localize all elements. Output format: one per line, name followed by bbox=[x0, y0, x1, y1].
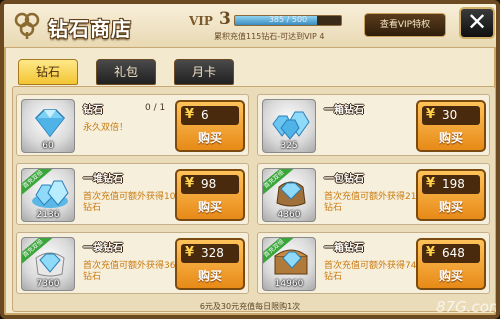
price-value: 98 bbox=[201, 177, 217, 191]
item-icon-frame: 首充双倍 14960 bbox=[262, 237, 316, 291]
buy-button[interactable]: ¥ 30 购买 bbox=[416, 100, 486, 152]
yen-icon: ¥ bbox=[185, 245, 195, 260]
price-box: ¥ 30 bbox=[422, 106, 480, 125]
diamond-bag-icon bbox=[35, 252, 65, 277]
tab-diamonds[interactable]: 钻石 bbox=[18, 59, 78, 85]
shop-item-card: 首充双倍 14960 一箱钻石 首次充值可额外获得7480钻石 ¥ 648 购买 bbox=[257, 232, 490, 294]
buy-label: 购买 bbox=[197, 200, 222, 214]
item-quantity: 60 bbox=[42, 141, 54, 151]
buy-label: 购买 bbox=[438, 131, 463, 145]
yen-icon: ¥ bbox=[426, 107, 436, 122]
price-box: ¥ 98 bbox=[181, 175, 239, 194]
price-value: 198 bbox=[442, 177, 465, 191]
price-value: 30 bbox=[442, 108, 458, 122]
shop-item-card: 首充双倍 4360 一包钻石 首次充值可额外获得2180钻石 ¥ 198 购买 bbox=[257, 163, 490, 225]
buy-label: 购买 bbox=[197, 131, 222, 145]
price-value: 648 bbox=[442, 246, 465, 260]
item-quantity: 7360 bbox=[36, 279, 60, 289]
yen-icon: ¥ bbox=[426, 245, 436, 260]
buy-label: 购买 bbox=[438, 269, 463, 283]
item-name: 钻石 bbox=[83, 105, 103, 116]
shop-item-card: 325 一箱钻石 ¥ 30 购买 bbox=[257, 94, 490, 156]
price-box: ¥ 198 bbox=[422, 175, 480, 194]
price-value: 328 bbox=[201, 246, 224, 260]
shop-header: 钻石商店 VIP 3 385 / 500 累积充值115钻石-可达到VIP 4 … bbox=[4, 4, 496, 48]
buy-button[interactable]: ¥ 98 购买 bbox=[175, 169, 245, 221]
watermark: 87G.com bbox=[436, 298, 500, 316]
item-quantity: 325 bbox=[280, 141, 298, 151]
vip-level: 3 bbox=[219, 9, 231, 29]
view-vip-privileges-button[interactable]: 查看VIP特权 bbox=[364, 13, 446, 37]
footer-note: 6元及30元充值每日限购1次 bbox=[199, 302, 301, 311]
shop-item-card: 首充双倍 7360 一袋钻石 首次充值可额外获得3680钻石 ¥ 328 购买 bbox=[16, 232, 249, 294]
shop-item-card: 60 钻石 0 / 1 永久双倍！ ¥ 6 购买 bbox=[16, 94, 249, 156]
vip-progress-text: 385 / 500 bbox=[268, 15, 308, 24]
yen-icon: ¥ bbox=[426, 176, 436, 191]
price-value: 6 bbox=[201, 108, 209, 122]
diamond-pile-icon bbox=[272, 111, 310, 140]
shop-item-card: 首充双倍 2136 一堆钻石 首次充值可额外获得1068钻石 ¥ 98 购买 bbox=[16, 163, 249, 225]
clover-logo-icon bbox=[14, 12, 40, 39]
item-name: 一箱钻石 bbox=[324, 105, 364, 116]
close-button[interactable]: ✕ bbox=[459, 7, 495, 39]
yen-icon: ¥ bbox=[185, 176, 195, 191]
item-name: 一箱钻石 bbox=[324, 243, 364, 254]
item-icon-frame: 325 bbox=[262, 99, 316, 153]
page-title: 钻石商店 bbox=[48, 17, 132, 41]
vip-progress-bar: 385 / 500 bbox=[234, 15, 342, 26]
item-icon-frame: 60 bbox=[21, 99, 75, 153]
price-box: ¥ 648 bbox=[422, 244, 480, 263]
vip-upgrade-note: 累积充值115钻石-可达到VIP 4 bbox=[214, 32, 325, 41]
diamond-icon bbox=[35, 109, 65, 138]
item-name: 一袋钻石 bbox=[83, 243, 123, 254]
buy-label: 购买 bbox=[197, 269, 222, 283]
shop-window: 钻石商店 VIP 3 385 / 500 累积充值115钻石-可达到VIP 4 … bbox=[0, 0, 500, 319]
item-list-panel: 60 钻石 0 / 1 永久双倍！ ¥ 6 购买 325 一箱钻石 ¥ 30 购… bbox=[12, 86, 496, 312]
item-quantity: 2136 bbox=[36, 210, 60, 220]
buy-button[interactable]: ¥ 6 购买 bbox=[175, 100, 245, 152]
price-box: ¥ 328 bbox=[181, 244, 239, 263]
buy-button[interactable]: ¥ 198 购买 bbox=[416, 169, 486, 221]
diamond-chest-icon bbox=[274, 249, 308, 275]
item-icon-frame: 首充双倍 7360 bbox=[21, 237, 75, 291]
item-icon-frame: 首充双倍 2136 bbox=[21, 168, 75, 222]
item-quantity: 14960 bbox=[274, 279, 304, 289]
purchase-limit: 0 / 1 bbox=[145, 103, 166, 113]
buy-button[interactable]: ¥ 648 购买 bbox=[416, 238, 486, 290]
yen-icon: ¥ bbox=[185, 107, 195, 122]
diamond-sack-icon bbox=[276, 181, 306, 207]
tab-monthly-card[interactable]: 月卡 bbox=[174, 59, 234, 85]
item-name: 一堆钻石 bbox=[83, 174, 123, 185]
buy-label: 购买 bbox=[438, 200, 463, 214]
diamond-heap-icon bbox=[32, 180, 69, 208]
price-box: ¥ 6 bbox=[181, 106, 239, 125]
tab-gift-packs[interactable]: 礼包 bbox=[96, 59, 156, 85]
item-name: 一包钻石 bbox=[324, 174, 364, 185]
vip-label: VIP bbox=[189, 14, 213, 28]
item-quantity: 4360 bbox=[277, 210, 301, 220]
buy-button[interactable]: ¥ 328 购买 bbox=[175, 238, 245, 290]
item-icon-frame: 首充双倍 4360 bbox=[262, 168, 316, 222]
